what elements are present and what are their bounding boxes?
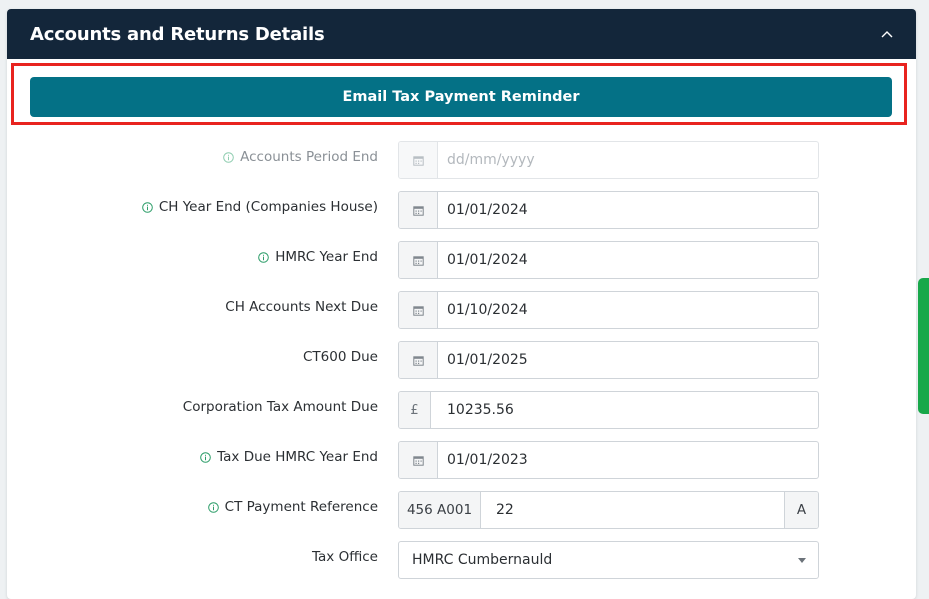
label-text: CT Payment Reference [224,499,378,515]
side-feedback-tab[interactable] [918,278,929,414]
tax-due-hmrc-year-end-input[interactable]: 01/01/2023 [438,442,818,478]
row-tax-due-hmrc-year-end: Tax Due HMRC Year End 01/01/2023 [7,441,916,479]
ch-accounts-next-due-input[interactable]: 01/10/2024 [438,292,818,328]
ct-payment-reference-input[interactable]: 22 [481,492,784,528]
row-ct-payment-reference: CT Payment Reference 456 A001 22 A [7,491,916,529]
tax-office-selected-value: HMRC Cumbernauld [412,552,553,568]
ch-accounts-next-due-field[interactable]: 01/10/2024 [398,291,819,329]
hmrc-year-end-field[interactable]: 01/01/2024 [398,241,819,279]
calendar-icon[interactable] [399,292,438,328]
ct-payment-reference-label: CT Payment Reference [207,499,378,515]
calendar-icon[interactable] [399,442,438,478]
ch-year-end-label: CH Year End (Companies House) [142,199,378,215]
ct-payment-reference-field[interactable]: 456 A001 22 A [398,491,819,529]
label-text: CH Year End (Companies House) [158,199,378,215]
ch-year-end-field[interactable]: 01/01/2024 [398,191,819,229]
panel-title: Accounts and Returns Details [30,23,325,45]
corporation-tax-amount-due-field[interactable]: £ 10235.56 [398,391,819,429]
ch-year-end-input[interactable]: 01/01/2024 [438,192,818,228]
row-hmrc-year-end: HMRC Year End 01/01/2024 [7,241,916,279]
info-icon[interactable] [200,451,211,463]
hmrc-year-end-label: HMRC Year End [258,249,378,265]
chevron-up-icon[interactable] [880,27,894,41]
hmrc-year-end-input[interactable]: 01/01/2024 [438,242,818,278]
calendar-icon[interactable] [399,342,438,378]
ct600-due-input[interactable]: 01/01/2025 [438,342,818,378]
corporation-tax-amount-due-label: Corporation Tax Amount Due [183,399,378,415]
row-ch-year-end: CH Year End (Companies House) 01/01/2024 [7,191,916,229]
reference-suffix-addon: A [784,492,818,528]
calendar-icon[interactable] [399,142,438,178]
label-text: CH Accounts Next Due [225,299,378,315]
row-ct600-due: CT600 Due 01/01/2025 [7,341,916,379]
info-icon[interactable] [142,201,153,213]
ct600-due-label: CT600 Due [303,349,378,365]
label-text: Tax Office [312,549,378,565]
calendar-icon[interactable] [399,192,438,228]
label-text: CT600 Due [303,349,378,365]
accounts-period-end-label: Accounts Period End [223,149,378,165]
tax-office-label: Tax Office [312,549,378,565]
tax-office-dropdown[interactable]: HMRC Cumbernauld [399,542,818,578]
label-text: Corporation Tax Amount Due [182,399,378,415]
label-text: HMRC Year End [275,249,378,265]
label-text: Accounts Period End [240,149,378,165]
row-corporation-tax-amount-due: Corporation Tax Amount Due £ 10235.56 [7,391,916,429]
panel-header[interactable]: Accounts and Returns Details [7,9,916,59]
row-ch-accounts-next-due: CH Accounts Next Due 01/10/2024 [7,291,916,329]
label-text: Tax Due HMRC Year End [217,449,378,465]
tax-office-select[interactable]: HMRC Cumbernauld [398,541,819,579]
row-accounts-period-end: Accounts Period End dd/mm/yyyy [7,141,916,179]
accounts-returns-panel: Accounts and Returns Details Email Tax P… [7,9,916,599]
accounts-period-end-input[interactable]: dd/mm/yyyy [438,142,818,178]
info-icon[interactable] [258,251,270,263]
tax-due-hmrc-year-end-label: Tax Due HMRC Year End [200,449,378,465]
pound-sign-addon: £ [399,392,431,428]
accounts-period-end-field[interactable]: dd/mm/yyyy [398,141,819,179]
row-tax-office: Tax Office HMRC Cumbernauld [7,541,916,579]
ch-accounts-next-due-label: CH Accounts Next Due [225,299,378,315]
info-icon[interactable] [207,501,219,513]
ct600-due-field[interactable]: 01/01/2025 [398,341,819,379]
calendar-icon[interactable] [399,242,438,278]
reference-prefix-addon: 456 A001 [399,492,481,528]
email-tax-payment-reminder-button[interactable]: Email Tax Payment Reminder [30,77,892,117]
caret-down-icon[interactable] [798,557,806,563]
info-icon[interactable] [223,151,234,163]
corporation-tax-amount-input[interactable]: 10235.56 [431,392,818,428]
tax-due-hmrc-year-end-field[interactable]: 01/01/2023 [398,441,819,479]
